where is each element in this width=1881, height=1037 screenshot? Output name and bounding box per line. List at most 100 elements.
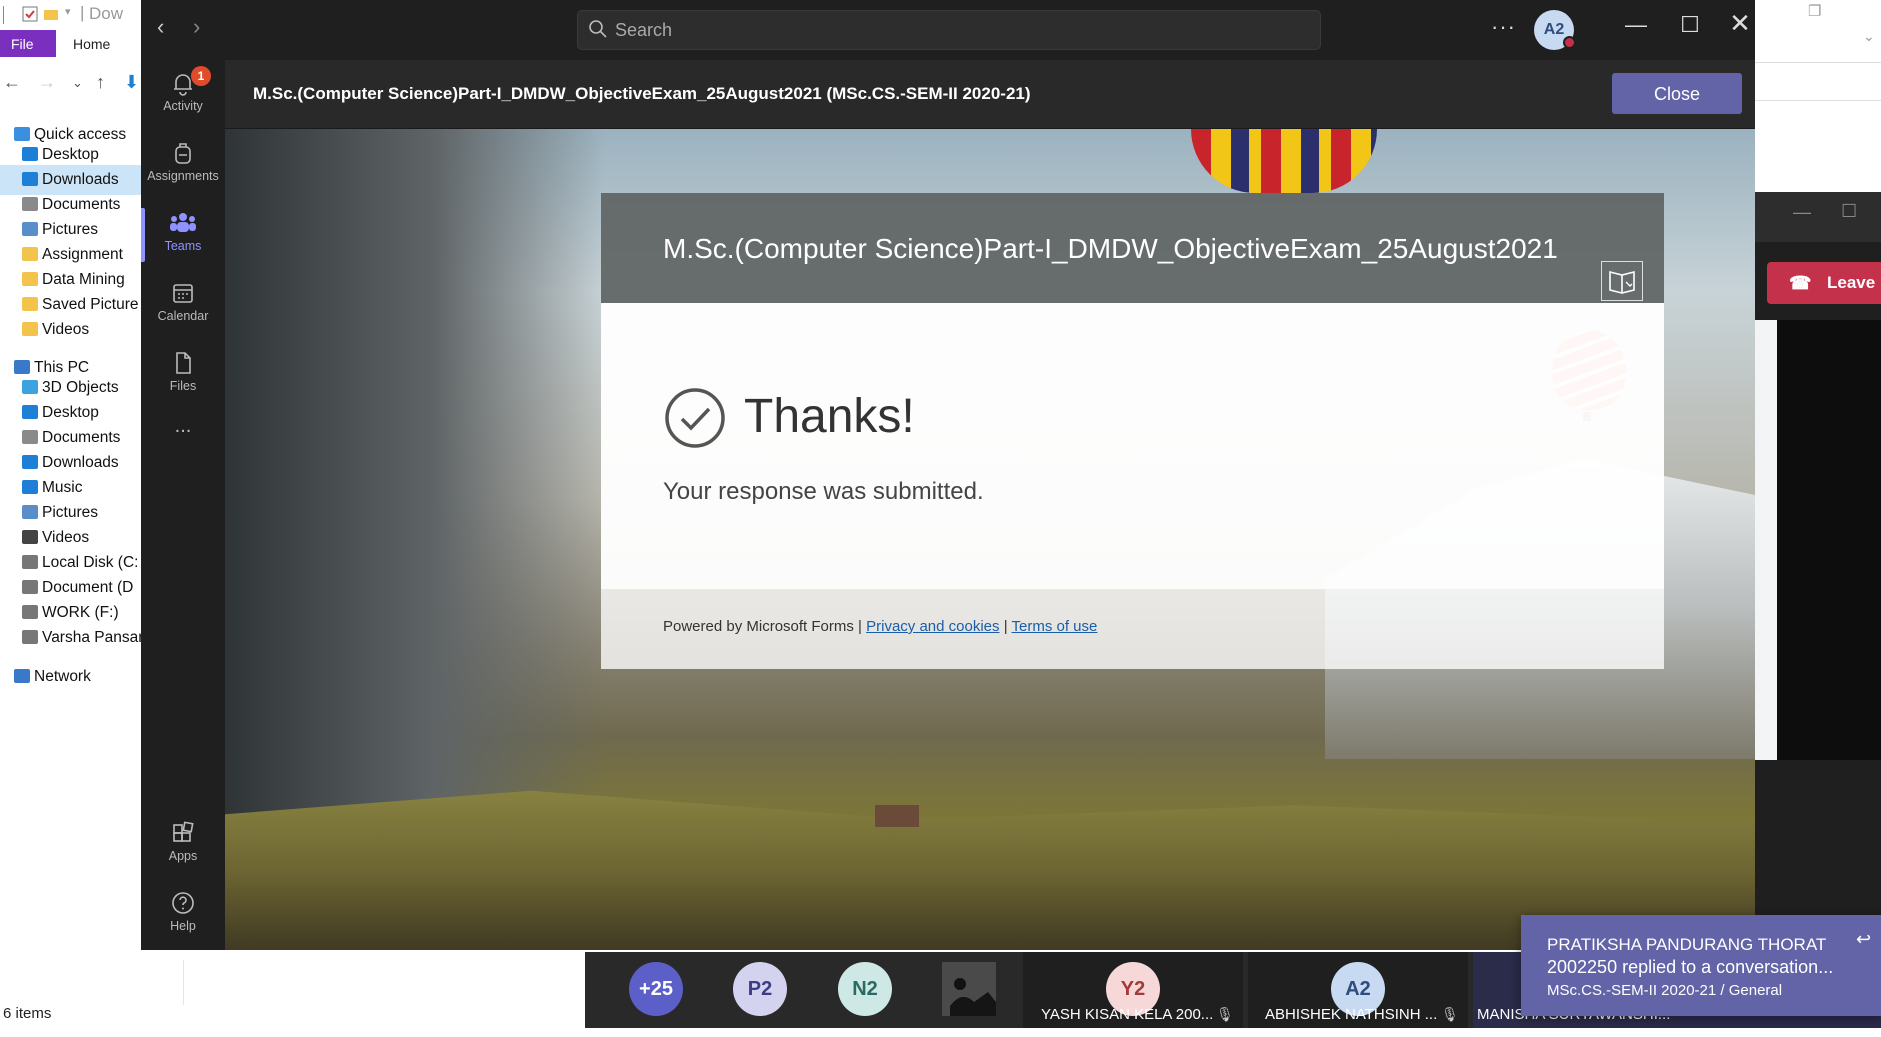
- tree-section-network[interactable]: Network: [0, 662, 141, 692]
- back-arrow-icon[interactable]: ←: [3, 72, 21, 93]
- explorer-title: Dow: [89, 4, 124, 23]
- content-header: M.Sc.(Computer Science)Part-I_DMDW_Objec…: [225, 60, 1755, 129]
- footer-separator: |: [999, 618, 1012, 635]
- tab-file[interactable]: File: [0, 30, 56, 57]
- drive-icon: [22, 605, 38, 619]
- video-stream: [1777, 320, 1881, 760]
- rail-item-more[interactable]: ...: [141, 415, 225, 485]
- rail-item-activity[interactable]: 1 Activity: [141, 60, 225, 130]
- ribbon-collapse-icon[interactable]: ⌄: [1863, 28, 1875, 45]
- tree-label: Downloads: [42, 454, 119, 471]
- folder-icon: [22, 297, 38, 311]
- search-input[interactable]: Search: [577, 10, 1321, 50]
- calendar-icon: [173, 284, 193, 303]
- maximize-icon[interactable]: ☐: [1841, 201, 1857, 222]
- immersive-reader-button[interactable]: [1601, 261, 1643, 301]
- tree-label: Videos: [42, 529, 90, 546]
- 3d-objects-icon: [22, 380, 38, 394]
- tree-item[interactable]: Videos: [0, 315, 141, 345]
- tree-label: Local Disk (C:: [42, 554, 139, 571]
- rail-item-teams[interactable]: Teams: [141, 200, 225, 270]
- rail-item-apps[interactable]: Apps: [141, 810, 225, 880]
- tree-item[interactable]: Varsha Pansar: [0, 623, 141, 653]
- quick-access-dropdown-icon[interactable]: ▾: [65, 5, 71, 18]
- divider: [3, 6, 19, 24]
- mic-off-icon: 🎙: [1441, 1006, 1459, 1022]
- rail-label: Teams: [164, 239, 202, 253]
- forward-arrow-icon[interactable]: →: [38, 72, 56, 93]
- participant-avatar[interactable]: N2: [838, 962, 892, 1016]
- participant-tile[interactable]: Y2 YASH KISAN KELA 200... 🎙: [1023, 952, 1243, 1028]
- tab-home[interactable]: Home: [73, 36, 110, 52]
- tree-label: Varsha Pansar: [42, 629, 141, 646]
- drive-icon: [22, 580, 38, 594]
- pictures-icon: [22, 505, 38, 519]
- participant-name: YASH KISAN KELA 200...: [1041, 1006, 1214, 1023]
- tree-label: Pictures: [42, 504, 98, 521]
- close-button[interactable]: Close: [1612, 73, 1742, 114]
- folder-icon: [22, 247, 38, 261]
- rail-item-help[interactable]: Help: [141, 880, 225, 950]
- minimize-icon[interactable]: —: [1616, 12, 1656, 48]
- minimize-icon[interactable]: —: [1793, 202, 1811, 223]
- search-icon: [589, 20, 607, 38]
- tree-label: Music: [42, 479, 83, 496]
- close-window-icon[interactable]: ✕: [1725, 8, 1755, 44]
- rail-item-files[interactable]: Files: [141, 340, 225, 410]
- apps-icon: [173, 821, 194, 842]
- recent-locations-icon[interactable]: ⌄: [72, 75, 83, 91]
- restore-icon[interactable]: ❐: [1808, 2, 1821, 20]
- downloads-icon: [22, 455, 38, 469]
- more-participants-avatar[interactable]: +25: [629, 962, 683, 1016]
- download-location-icon: ⬇: [124, 72, 140, 92]
- form-body: Thanks! Your response was submitted.: [601, 303, 1664, 589]
- folder-icon: [22, 272, 38, 286]
- properties-icon[interactable]: [22, 6, 38, 22]
- new-folder-icon[interactable]: [43, 6, 59, 22]
- drive-icon: [22, 555, 38, 569]
- tree-label: Assignment: [42, 246, 123, 263]
- reply-icon[interactable]: ↩: [1856, 929, 1871, 950]
- leave-button[interactable]: ☎ Leave: [1767, 262, 1881, 304]
- forms-card: M.Sc.(Computer Science)Part-I_DMDW_Objec…: [601, 193, 1664, 669]
- participant-photo-avatar[interactable]: [942, 962, 996, 1016]
- file-icon: [176, 352, 191, 374]
- terms-link[interactable]: Terms of use: [1012, 618, 1098, 635]
- privacy-link[interactable]: Privacy and cookies: [866, 618, 999, 635]
- up-arrow-icon[interactable]: ↑: [96, 72, 105, 93]
- maximize-icon[interactable]: ☐: [1670, 12, 1710, 48]
- meeting-window: — ☐ ☎ Leave: [1755, 192, 1881, 952]
- tree-label: Desktop: [42, 146, 99, 163]
- toast-channel: MSc.CS.-SEM-II 2020-21 / General: [1547, 982, 1783, 999]
- back-chevron-icon[interactable]: ‹: [157, 14, 164, 40]
- divider: [1755, 62, 1881, 63]
- notification-badge: 1: [191, 66, 211, 86]
- divider: [183, 960, 184, 1005]
- immersive-reader-icon: [1609, 270, 1635, 294]
- hot-air-balloon: [1191, 129, 1377, 193]
- rail-item-calendar[interactable]: Calendar: [141, 270, 225, 340]
- participant-avatar[interactable]: P2: [733, 962, 787, 1016]
- rail-item-assignments[interactable]: Assignments: [141, 130, 225, 200]
- explorer-titlebar: ▾ | Dow: [0, 0, 141, 30]
- thanks-heading: Thanks!: [744, 390, 915, 443]
- notification-toast[interactable]: PRATIKSHA PANDURANG THORAT 2002250 repli…: [1521, 915, 1881, 1016]
- rail-label: Apps: [168, 849, 198, 863]
- documents-icon: [22, 430, 38, 444]
- more-options-icon[interactable]: ···: [1491, 14, 1516, 40]
- tree-label: 3D Objects: [42, 379, 119, 396]
- documents-icon: [22, 197, 38, 211]
- presence-busy-badge: [1563, 36, 1576, 49]
- forward-chevron-icon[interactable]: ›: [193, 14, 200, 40]
- ribbon-tabs: File Home: [0, 30, 141, 58]
- checkmark-circle-icon: [665, 388, 725, 448]
- folder-icon: [22, 322, 38, 336]
- computer-icon: [14, 360, 30, 374]
- form-footer: Powered by Microsoft Forms | Privacy and…: [601, 589, 1664, 669]
- participant-tile[interactable]: A2 ABHISHEK NATHSINH ... 🎙: [1248, 952, 1468, 1028]
- toast-sender: PRATIKSHA PANDURANG THORAT: [1547, 935, 1827, 954]
- drive-icon: [22, 630, 38, 644]
- search-placeholder: Search: [615, 20, 673, 40]
- tree-label: Documents: [42, 196, 121, 213]
- tree-label: Network: [34, 668, 91, 685]
